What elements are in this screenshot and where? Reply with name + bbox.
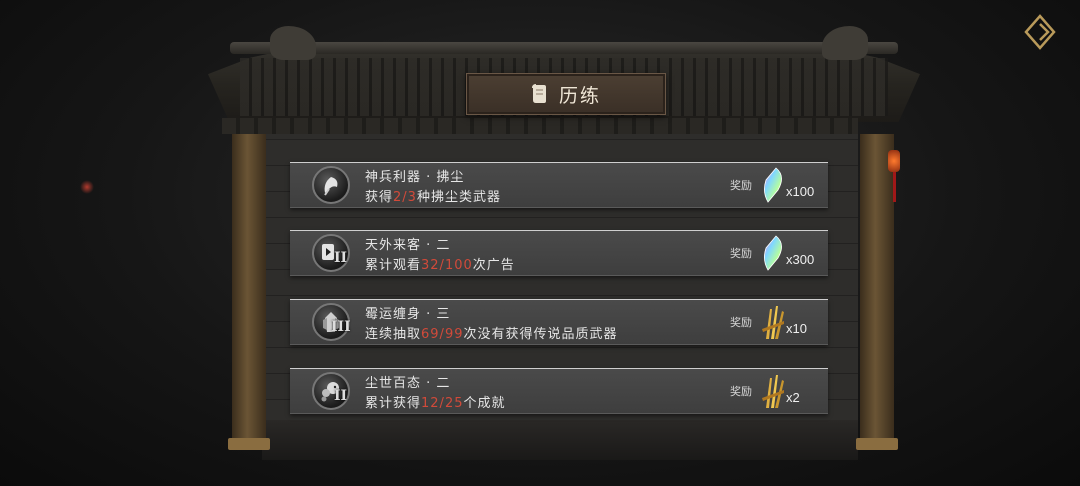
tier-numeral: II [334, 250, 348, 266]
eave-band [222, 118, 858, 134]
task-description: 累计获得12/25个成就 [365, 396, 506, 411]
task-card[interactable]: II 尘世百态 · 二 累计获得12/25个成就 奖励 x2 [290, 368, 828, 414]
crystal-icon [758, 234, 788, 272]
roof-ridge [230, 42, 898, 54]
pillar-left [232, 134, 266, 446]
task-description: 连续抽取69/99次没有获得传说品质武器 [365, 327, 618, 342]
task-progress: 2/3 [393, 190, 417, 205]
whisk-icon [312, 166, 350, 204]
task-card[interactable]: II 天外来客 · 二 累计观看32/100次广告 奖励 x300 [290, 230, 828, 276]
reward-label: 奖励 [730, 316, 752, 329]
reward-quantity: x10 [786, 321, 807, 336]
roof-beast-ornament-right [822, 26, 868, 60]
task-title: 霉运缠身 · 三 [365, 307, 451, 322]
pillar-right [860, 134, 894, 446]
title-plaque: 历练 [466, 73, 666, 115]
crystal-icon [758, 166, 788, 204]
task-card[interactable]: III 霉运缠身 · 三 连续抽取69/99次没有获得传说品质武器 奖励 x10 [290, 299, 828, 345]
pavilion-floor [262, 420, 858, 460]
golden-weapons-icon [758, 303, 788, 341]
task-progress: 32/100 [421, 258, 473, 273]
task-title: 天外来客 · 二 [365, 238, 451, 253]
pillar-base-right [856, 438, 898, 450]
reward-quantity: x100 [786, 184, 815, 199]
task-progress: 12/25 [421, 396, 464, 411]
task-progress: 69/99 [421, 327, 464, 342]
reward-label: 奖励 [730, 179, 752, 192]
shrine-icon: III [312, 303, 351, 341]
reward-quantity: x300 [786, 252, 815, 267]
task-description: 累计观看32/100次广告 [365, 258, 515, 273]
golden-weapons-icon [758, 372, 788, 410]
ember-glow [80, 180, 94, 194]
task-description: 获得2/3种拂尘类武器 [365, 190, 501, 205]
tier-numeral: III [331, 319, 351, 335]
video-icon: II [312, 234, 350, 272]
scroll-icon [531, 83, 547, 105]
reward-label: 奖励 [730, 247, 752, 260]
reward-label: 奖励 [730, 385, 752, 398]
task-title: 神兵利器 · 拂尘 [365, 170, 465, 185]
menu-emblem-icon[interactable] [1020, 12, 1060, 52]
tier-numeral: II [334, 388, 348, 404]
task-card[interactable]: 神兵利器 · 拂尘 获得2/3种拂尘类武器 奖励 x100 [290, 162, 828, 208]
task-title: 尘世百态 · 二 [365, 376, 451, 391]
roof-beast-ornament-left [270, 26, 316, 60]
lantern-icon [888, 150, 900, 172]
page-title: 历练 [558, 84, 601, 107]
reward-quantity: x2 [786, 390, 800, 405]
lantern-tassel [893, 172, 896, 202]
pillar-base-left [228, 438, 270, 450]
dragon-icon: II [312, 372, 350, 410]
